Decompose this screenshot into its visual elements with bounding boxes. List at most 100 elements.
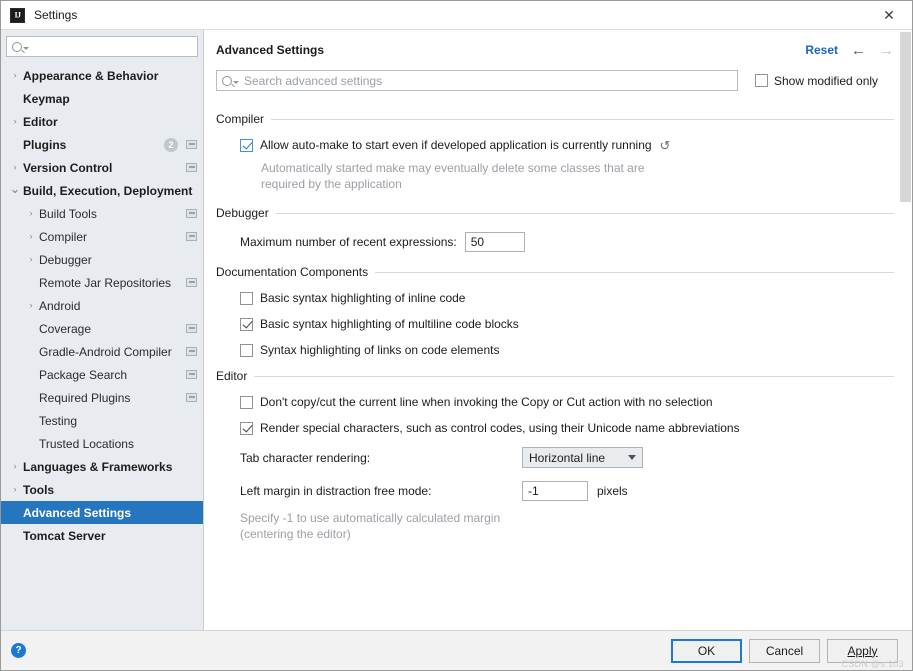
main-content: Advanced Settings Reset ← → Search advan… xyxy=(204,30,912,630)
settings-sidebar: › Appearance & Behavior Keymap › Editor Plugi… xyxy=(1,30,204,630)
checkbox-don-t-copy-cut-the-current-line-when-inv[interactable]: Don't copy/cut the current line when inv… xyxy=(240,395,894,409)
sidebar-item-testing[interactable]: Testing xyxy=(1,409,203,432)
advanced-search-input[interactable]: Search advanced settings xyxy=(216,70,738,91)
chevron-right-icon[interactable]: › xyxy=(7,117,23,126)
project-settings-icon xyxy=(186,163,197,172)
checkbox-box-icon xyxy=(240,317,253,331)
settings-tree[interactable]: › Appearance & Behavior Keymap › Editor Plugi… xyxy=(1,64,203,630)
main-header: Advanced Settings Reset ← → xyxy=(216,40,894,60)
apply-button[interactable]: Apply xyxy=(827,638,898,663)
revert-icon[interactable]: ↺ xyxy=(660,139,671,152)
search-icon xyxy=(12,41,22,52)
chevron-right-icon[interactable]: › xyxy=(7,485,23,494)
advanced-search-placeholder: Search advanced settings xyxy=(244,73,383,88)
back-arrow-icon[interactable]: ← xyxy=(851,43,866,58)
sidebar-item-trusted-locations[interactable]: Trusted Locations xyxy=(1,432,203,455)
sidebar-item-coverage[interactable]: Coverage xyxy=(1,317,203,340)
scrollbar-thumb[interactable] xyxy=(900,32,911,202)
sidebar-item-android[interactable]: › Android xyxy=(1,294,203,317)
sidebar-item-package-search[interactable]: Package Search xyxy=(1,363,203,386)
checkbox-basic-syntax-highlighting-of-multiline-c[interactable]: Basic syntax highlighting of multiline c… xyxy=(240,317,894,331)
reset-button[interactable]: Reset xyxy=(805,43,838,57)
sidebar-item-tomcat-server[interactable]: Tomcat Server xyxy=(1,524,203,547)
forward-arrow-icon[interactable]: → xyxy=(879,43,894,58)
sidebar-item-label: Testing xyxy=(39,413,78,428)
section-divider xyxy=(275,212,894,214)
search-icon xyxy=(222,75,232,86)
checkbox-box-icon xyxy=(240,291,253,305)
sidebar-item-label: Version Control xyxy=(23,160,113,175)
sidebar-item-label: Keymap xyxy=(23,91,70,106)
checkbox-basic-syntax-highlighting-of-inline-code[interactable]: Basic syntax highlighting of inline code xyxy=(240,291,894,305)
cancel-button[interactable]: Cancel xyxy=(749,638,820,663)
section-compiler: Compiler Allow auto-make to start even if… xyxy=(216,112,894,192)
section-title: Documentation Components xyxy=(216,265,369,279)
section-documentation-components: Documentation Components Basic syntax hig… xyxy=(216,265,894,357)
project-settings-icon xyxy=(186,324,197,333)
chevron-right-icon[interactable]: › xyxy=(23,301,39,310)
sidebar-item-compiler[interactable]: › Compiler xyxy=(1,225,203,248)
checkbox-render-special-characters-such-as-contro[interactable]: Render special characters, such as contr… xyxy=(240,421,894,435)
sidebar-item-keymap[interactable]: Keymap xyxy=(1,87,203,110)
sidebar-item-label: Trusted Locations xyxy=(39,436,134,451)
dialog-body: › Appearance & Behavior Keymap › Editor Plugi… xyxy=(1,30,912,630)
section-divider xyxy=(375,271,894,273)
sidebar-item-label: Build, Execution, Deployment xyxy=(23,183,193,198)
chevron-right-icon[interactable]: › xyxy=(23,255,39,264)
ok-button[interactable]: OK xyxy=(671,638,742,663)
sidebar-item-label: Build Tools xyxy=(39,206,97,221)
header-actions: Reset ← → xyxy=(805,43,894,58)
checkbox-box-icon xyxy=(755,74,768,87)
sidebar-item-tools[interactable]: › Tools xyxy=(1,478,203,501)
sidebar-item-appearance-behavior[interactable]: › Appearance & Behavior xyxy=(1,64,203,87)
sidebar-item-debugger[interactable]: › Debugger xyxy=(1,248,203,271)
section-title: Editor xyxy=(216,369,248,383)
settings-sections: Compiler Allow auto-make to start even if… xyxy=(216,112,894,542)
close-icon[interactable]: ✕ xyxy=(866,1,912,29)
sidebar-item-advanced-settings[interactable]: Advanced Settings xyxy=(1,501,203,524)
project-settings-icon xyxy=(186,370,197,379)
chevron-down-icon[interactable]: ⌄ xyxy=(7,182,23,195)
sidebar-item-label: Editor xyxy=(23,114,58,129)
title-bar: IJ Settings ✕ xyxy=(1,1,912,30)
sidebar-item-plugins[interactable]: Plugins 2 xyxy=(1,133,203,156)
sidebar-item-required-plugins[interactable]: Required Plugins xyxy=(1,386,203,409)
vertical-scrollbar[interactable] xyxy=(900,32,911,628)
chevron-right-icon[interactable]: › xyxy=(7,462,23,471)
checkbox-label: Don't copy/cut the current line when inv… xyxy=(260,395,713,409)
chevron-right-icon[interactable]: › xyxy=(23,232,39,241)
tab-character-rendering-select[interactable]: Horizontal line xyxy=(522,447,643,468)
field-label: Maximum number of recent expressions: xyxy=(240,235,457,249)
sidebar-item-languages-frameworks[interactable]: › Languages & Frameworks xyxy=(1,455,203,478)
window-title: Settings xyxy=(34,8,78,22)
checkbox-syntax-highlighting-of-links-on-code-ele[interactable]: Syntax highlighting of links on code ele… xyxy=(240,343,894,357)
chevron-right-icon[interactable]: › xyxy=(7,163,23,172)
show-modified-only-checkbox[interactable]: Show modified only xyxy=(755,74,878,88)
checkbox-label: Syntax highlighting of links on code ele… xyxy=(260,343,500,357)
checkbox-allow-auto-make-to-start-even-if-develop[interactable]: Allow auto-make to start even if develop… xyxy=(240,138,894,152)
dialog-footer: ? OK Cancel Apply CSDN @s:103 xyxy=(1,630,912,670)
section-header: Documentation Components xyxy=(216,265,894,279)
checkbox-box-icon xyxy=(240,395,253,409)
sidebar-item-remote-jar-repositories[interactable]: Remote Jar Repositories xyxy=(1,271,203,294)
sidebar-item-label: Plugins xyxy=(23,137,67,152)
chevron-down-icon xyxy=(23,47,29,50)
apply-button-label: Apply xyxy=(847,643,878,658)
number-input[interactable]: 50 xyxy=(464,232,525,252)
sidebar-item-editor[interactable]: › Editor xyxy=(1,110,203,133)
field-maximum-number-of-recent-expressions: Maximum number of recent expressions: 50 xyxy=(240,232,894,252)
sidebar-item-label: Coverage xyxy=(39,321,92,336)
sidebar-item-version-control[interactable]: › Version Control xyxy=(1,156,203,179)
search-input[interactable] xyxy=(6,36,198,57)
sidebar-item-label: Advanced Settings xyxy=(23,505,132,520)
sidebar-item-gradle-android-compiler[interactable]: Gradle-Android Compiler xyxy=(1,340,203,363)
help-icon[interactable]: ? xyxy=(11,643,26,658)
chevron-right-icon[interactable]: › xyxy=(23,209,39,218)
chevron-down-icon xyxy=(628,455,636,460)
number-input[interactable]: -1 xyxy=(522,481,588,501)
chevron-right-icon[interactable]: › xyxy=(7,71,23,80)
sidebar-item-build-tools[interactable]: › Build Tools xyxy=(1,202,203,225)
checkbox-label: Basic syntax highlighting of inline code xyxy=(260,291,466,305)
sidebar-item-build-execution-deployment[interactable]: ⌄ Build, Execution, Deployment xyxy=(1,179,203,202)
app-logo-icon: IJ xyxy=(10,7,25,23)
